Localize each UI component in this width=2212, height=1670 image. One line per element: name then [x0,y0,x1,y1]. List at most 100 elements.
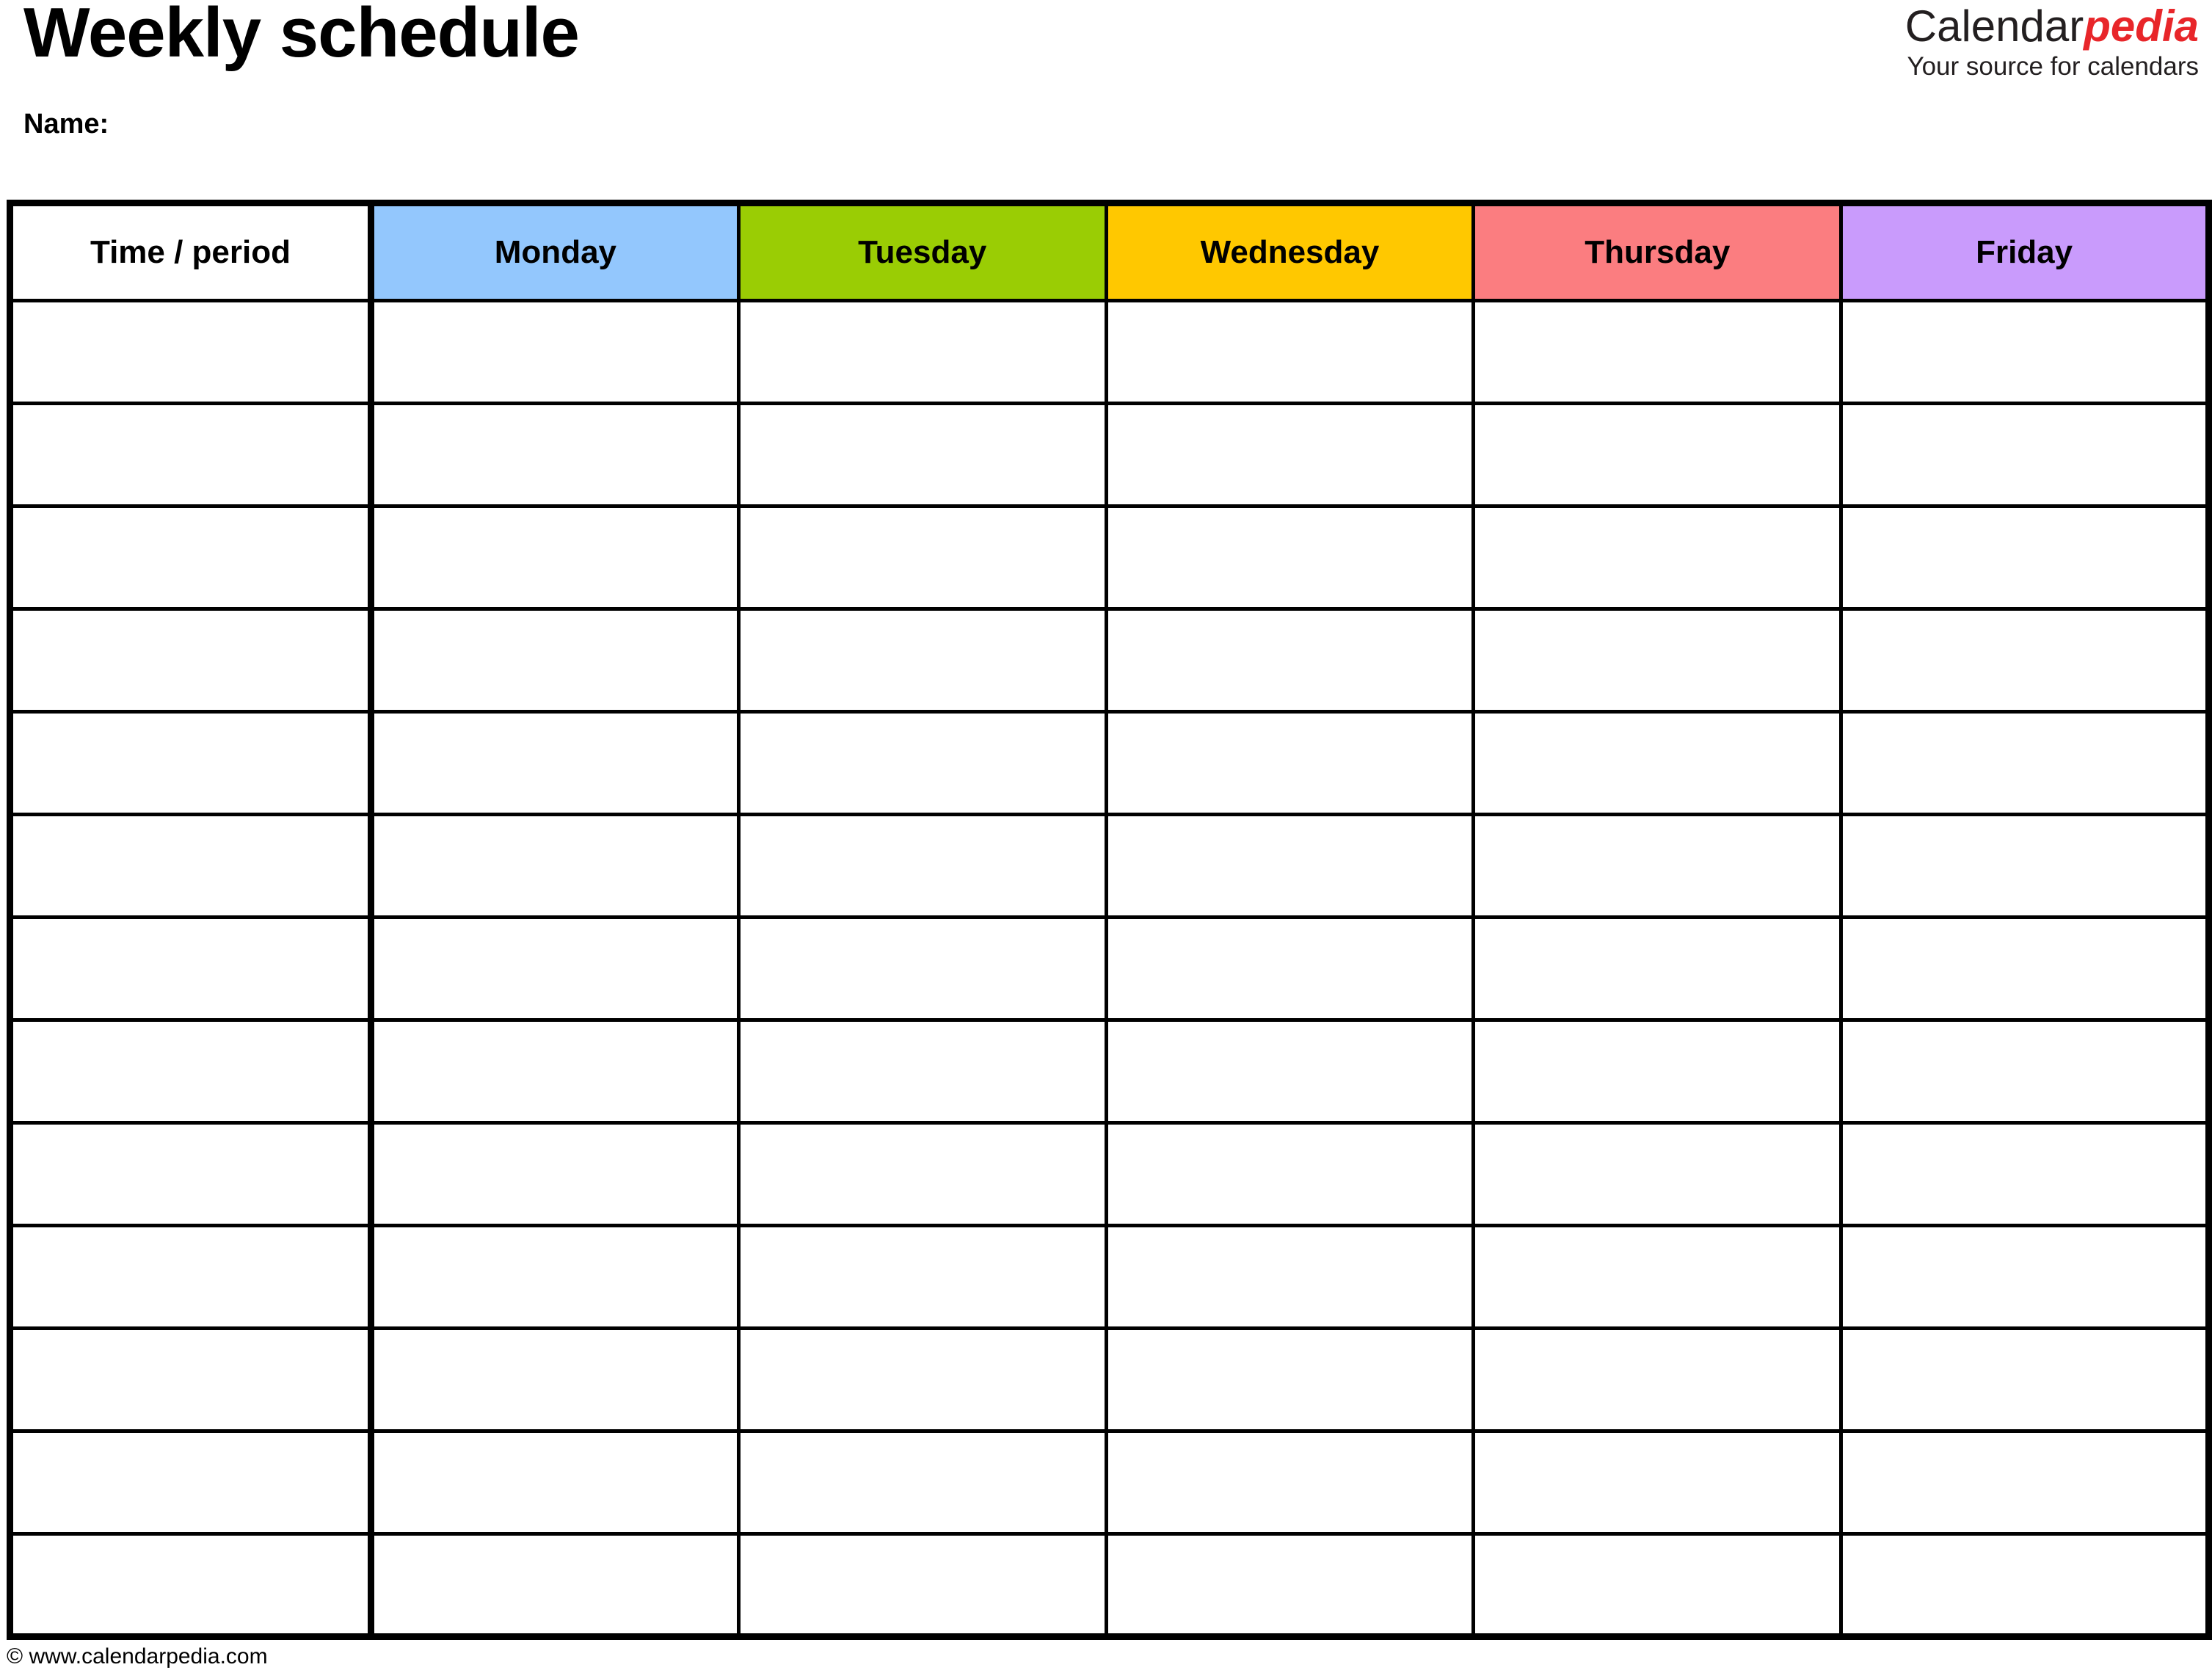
schedule-cell[interactable] [1106,1328,1476,1433]
weekly-schedule-table: Time / period Monday Tuesday Wednesday Thurs… [7,200,2212,1640]
time-period-cell[interactable] [10,300,374,405]
column-header-time-period: Time / period [10,203,374,302]
footer-copyright: © www.calendarpedia.com [7,1644,268,1669]
schedule-cell[interactable] [1841,300,2209,405]
schedule-cell[interactable] [1841,506,2209,611]
schedule-cell[interactable] [1841,1225,2209,1330]
schedule-cell[interactable] [1841,917,2209,1022]
schedule-cell[interactable] [1106,1533,1476,1637]
schedule-cell[interactable] [1473,1020,1844,1125]
schedule-cell[interactable] [1841,1122,2209,1227]
schedule-cell[interactable] [1106,1225,1476,1330]
schedule-cell[interactable] [738,506,1108,611]
schedule-cell[interactable] [1841,1020,2209,1125]
schedule-cell[interactable] [371,403,741,508]
table-row [10,403,2209,508]
schedule-cell[interactable] [1841,711,2209,816]
schedule-cell[interactable] [1106,506,1476,611]
column-header-monday: Monday [371,203,741,302]
schedule-cell[interactable] [738,1225,1108,1330]
table-row [10,609,2209,714]
time-period-cell[interactable] [10,814,374,919]
schedule-cell[interactable] [371,1020,741,1125]
schedule-cell[interactable] [738,1020,1108,1125]
schedule-cell[interactable] [1106,1122,1476,1227]
schedule-cell[interactable] [738,1328,1108,1433]
schedule-cell[interactable] [371,1431,741,1536]
column-header-tuesday: Tuesday [738,203,1108,302]
schedule-cell[interactable] [1106,711,1476,816]
schedule-cell[interactable] [371,711,741,816]
table-row [10,1020,2209,1125]
schedule-cell[interactable] [371,1533,741,1637]
table-row [10,1328,2209,1433]
schedule-cell[interactable] [1106,1431,1476,1536]
time-period-cell[interactable] [10,1533,374,1637]
page-title: Weekly schedule [23,0,580,72]
brand-word-calendar: Calendar [1904,1,2084,51]
schedule-cell[interactable] [1473,300,1844,405]
time-period-cell[interactable] [10,403,374,508]
schedule-cell[interactable] [1106,403,1476,508]
schedule-cell[interactable] [1106,1020,1476,1125]
schedule-cell[interactable] [1473,1122,1844,1227]
schedule-cell[interactable] [738,711,1108,816]
time-period-cell[interactable] [10,1122,374,1227]
schedule-cell[interactable] [1473,1225,1844,1330]
brand-word-pedia: pedia [2084,1,2199,51]
schedule-cell[interactable] [738,1533,1108,1637]
schedule-cell[interactable] [1841,1328,2209,1433]
table-row [10,711,2209,816]
schedule-cell[interactable] [371,917,741,1022]
name-field-label: Name: [23,109,109,139]
schedule-cell[interactable] [371,814,741,919]
table-row [10,300,2209,405]
schedule-cell[interactable] [738,814,1108,919]
schedule-cell[interactable] [1841,403,2209,508]
schedule-cell[interactable] [738,917,1108,1022]
schedule-cell[interactable] [371,1225,741,1330]
schedule-cell[interactable] [1841,1533,2209,1637]
schedule-cell[interactable] [1473,609,1844,714]
schedule-cell[interactable] [371,300,741,405]
time-period-cell[interactable] [10,711,374,816]
time-period-cell[interactable] [10,1328,374,1433]
time-period-cell[interactable] [10,1020,374,1125]
schedule-cell[interactable] [1106,300,1476,405]
schedule-cell[interactable] [1106,609,1476,714]
schedule-cell[interactable] [371,506,741,611]
schedule-cell[interactable] [371,1122,741,1227]
schedule-cell[interactable] [1106,814,1476,919]
schedule-cell[interactable] [1841,1431,2209,1536]
time-period-cell[interactable] [10,1225,374,1330]
time-period-cell[interactable] [10,1431,374,1536]
schedule-cell[interactable] [371,609,741,714]
schedule-cell[interactable] [1473,1328,1844,1433]
schedule-cell[interactable] [1106,917,1476,1022]
time-period-cell[interactable] [10,917,374,1022]
schedule-cell[interactable] [1473,917,1844,1022]
schedule-cell[interactable] [1473,506,1844,611]
schedule-cell[interactable] [1841,609,2209,714]
schedule-cell[interactable] [738,1122,1108,1227]
time-period-cell[interactable] [10,506,374,611]
page-header: Weekly schedule Name: Calendarpedia Your… [7,0,2205,200]
schedule-cell[interactable] [1841,814,2209,919]
schedule-cell[interactable] [1473,814,1844,919]
column-header-friday: Friday [1841,203,2209,302]
schedule-cell[interactable] [738,1431,1108,1536]
table-row [10,506,2209,611]
schedule-cell[interactable] [738,403,1108,508]
table-row [10,1225,2209,1330]
schedule-cell[interactable] [738,609,1108,714]
time-period-cell[interactable] [10,609,374,714]
brand-wordmark: Calendarpedia [1905,3,2199,49]
table-row [10,1122,2209,1227]
schedule-cell[interactable] [738,300,1108,405]
schedule-cell[interactable] [1473,403,1844,508]
schedule-cell[interactable] [1473,1533,1844,1637]
schedule-cell[interactable] [1473,711,1844,816]
table-head: Time / period Monday Tuesday Wednesday Thurs… [10,203,2209,302]
schedule-cell[interactable] [1473,1431,1844,1536]
schedule-cell[interactable] [371,1328,741,1433]
